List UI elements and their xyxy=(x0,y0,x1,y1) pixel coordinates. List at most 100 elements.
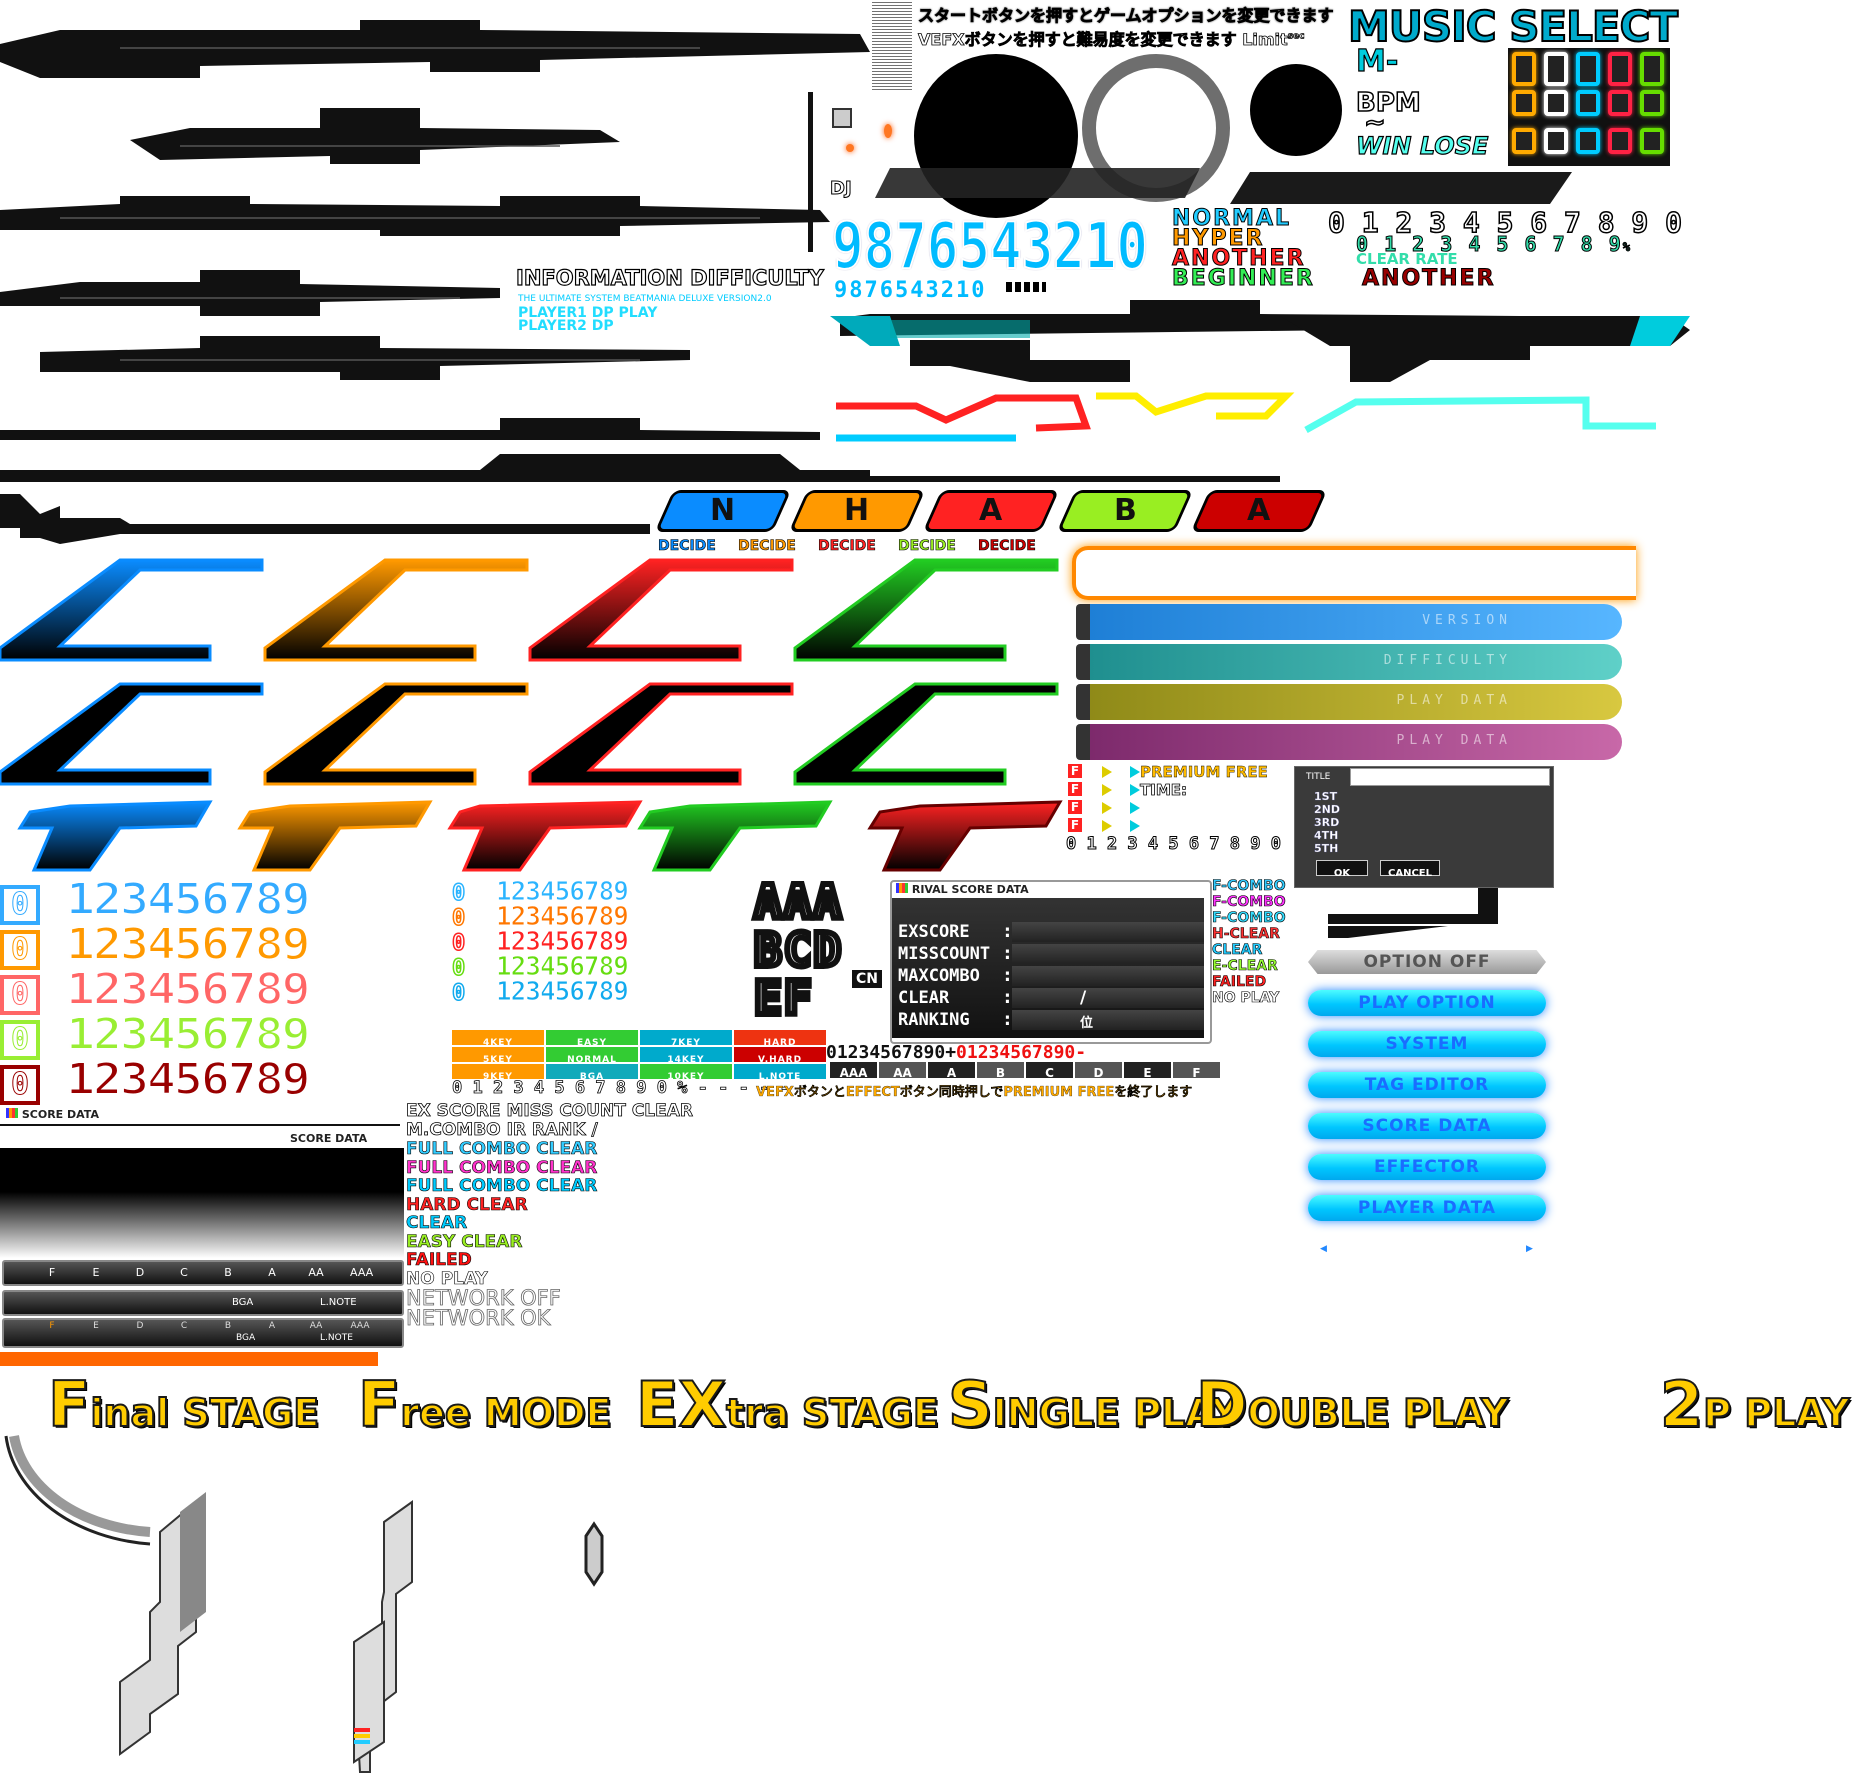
clear-text: CLEAR xyxy=(631,1101,693,1122)
rival-row-bg xyxy=(1012,988,1204,1008)
instruction-line-2: VEFXボタンを押すと難易度を変更できます Limitsec xyxy=(918,26,1305,50)
difficulty-badge[interactable]: A xyxy=(922,490,1060,532)
premium-arrow-cyan-icon xyxy=(1130,802,1140,814)
menu-play-option[interactable]: PLAY OPTION xyxy=(1308,990,1546,1016)
rank-bar-label-small: F xyxy=(49,1321,55,1331)
mode-table-cell: 7KEY xyxy=(640,1030,732,1048)
score-data-header-text: SCORE DATA xyxy=(21,1108,99,1121)
sec-label: sec xyxy=(1287,31,1305,42)
rival-row-label: MISSCOUNT xyxy=(898,944,991,964)
premium-arrow-icon xyxy=(1102,820,1112,832)
menu-tag-editor[interactable]: TAG EDITOR xyxy=(1308,1072,1546,1098)
number-row-mid-digits: 123456789 xyxy=(496,902,630,932)
lamp-big-label: FULL COMBO CLEAR xyxy=(406,1157,598,1178)
rival-row-bg xyxy=(1012,1010,1204,1030)
lamp-big-label: FULL COMBO CLEAR xyxy=(406,1176,598,1197)
information-subtitle: THE ULTIMATE SYSTEM BEATMANIA DELUXE VER… xyxy=(518,294,772,304)
arrow-right-icon[interactable]: ▶ xyxy=(1526,1244,1533,1254)
rival-row-colon: : xyxy=(1004,966,1011,986)
category-tab-difficulty[interactable]: DIFFICULTY xyxy=(1076,644,1622,680)
grade-row-aaa: AAA xyxy=(751,875,844,929)
orange-glow-frame xyxy=(1072,546,1636,600)
category-tab-version[interactable]: VERSION xyxy=(1076,604,1622,640)
difficulty-badge[interactable]: H xyxy=(788,490,926,532)
rival-row-bg xyxy=(1012,966,1204,986)
title-input[interactable] xyxy=(1350,768,1550,786)
dialog-rank-label[interactable]: 4TH xyxy=(1314,829,1339,842)
option-off-label: OPTION OFF xyxy=(1363,952,1491,972)
rank-bar-label: B xyxy=(224,1266,232,1279)
rival-clear-slash: / xyxy=(1080,988,1087,1008)
mode-title-initial: D xyxy=(1195,1367,1248,1442)
key-lamp-cell xyxy=(1640,128,1664,154)
mode-table-cell: 14KEY xyxy=(640,1047,732,1065)
number-row-digits: 123456789 xyxy=(65,919,312,970)
category-tab-play-data-2[interactable]: PLAY DATA xyxy=(1076,724,1622,760)
key-lamp-cell xyxy=(1576,90,1600,116)
premium-free-label: PREMIUM FREE xyxy=(1140,763,1268,781)
grade-strip-label: AA xyxy=(893,1066,912,1080)
grade-row-ef: EF xyxy=(751,971,814,1025)
category-tab-play-data-label: PLAY DATA xyxy=(1396,693,1512,708)
option-off-button[interactable]: OPTION OFF xyxy=(1308,950,1546,974)
number-row-mid-digits: 123456789 xyxy=(496,927,630,957)
lamp-big-label: CLEAR xyxy=(406,1213,468,1234)
time-label: TIME: xyxy=(1140,781,1188,800)
ex-score-text: EX SCORE xyxy=(406,1101,501,1122)
premium-f-label: F xyxy=(1068,782,1082,796)
arrow-left-icon[interactable]: ◀ xyxy=(1320,1244,1327,1254)
grade-strip-cell: B xyxy=(977,1062,1024,1080)
dialog-rank-label[interactable]: 5TH xyxy=(1314,842,1339,855)
number-row-digits: 123456789 xyxy=(65,964,312,1015)
score-data-header: SCORE DATA xyxy=(6,1108,99,1121)
dialog-rank-label[interactable]: 1ST xyxy=(1314,790,1337,803)
key-lamp-cell xyxy=(1544,128,1568,154)
number-row-zero: 0 xyxy=(0,975,40,1015)
lamp-big-label: FULL COMBO CLEAR xyxy=(406,1139,598,1160)
rival-header: RIVAL SCORE DATA xyxy=(896,883,1029,896)
menu-system[interactable]: SYSTEM xyxy=(1308,1031,1546,1057)
difficulty-badge[interactable]: N xyxy=(654,490,792,532)
ok-button[interactable]: OK xyxy=(1316,860,1368,879)
score-color-icon xyxy=(6,1108,18,1118)
menu-tag-editor-label: TAG EDITOR xyxy=(1364,1075,1490,1095)
dialog-rank-label[interactable]: 2ND xyxy=(1314,803,1340,816)
key-lamp-cell xyxy=(1512,90,1536,116)
rival-row-colon: : xyxy=(1004,944,1011,964)
number-row-zero: 0 xyxy=(0,930,40,970)
rank-bar-label-small: C xyxy=(180,1321,188,1331)
key-lamp-cell xyxy=(1544,52,1568,86)
difficulty-label: DIFFICULTY xyxy=(690,265,825,290)
lamp-small-label: F-COMBO xyxy=(1212,894,1286,911)
cancel-button[interactable]: CANCEL xyxy=(1380,860,1440,879)
number-row-zero: 0 xyxy=(0,1065,40,1105)
ok-button-label: OK xyxy=(1333,868,1351,879)
rank-bar-label-small: E xyxy=(93,1321,99,1331)
dialog-rank-label[interactable]: 3RD xyxy=(1314,816,1340,829)
dj-dot-orange-2 xyxy=(884,124,892,138)
rank-bar-label: D xyxy=(135,1266,145,1279)
rank-bar-label: C xyxy=(180,1266,188,1279)
mode-table-cell: 10KEY xyxy=(640,1064,732,1082)
difficulty-badge[interactable]: A xyxy=(1190,490,1328,532)
difficulty-badge[interactable]: B xyxy=(1056,490,1194,532)
grade-strip-label: C xyxy=(1045,1066,1054,1080)
ex-score-label: EX SCORE MISS COUNT CLEAR xyxy=(406,1101,694,1122)
menu-player-data[interactable]: PLAYER DATA xyxy=(1308,1195,1546,1221)
number-row-mid-zero: 0 xyxy=(451,980,466,1007)
ir-rank-text: IR RANK xyxy=(506,1120,586,1141)
rank-bar-label: AAA xyxy=(350,1266,374,1279)
score-data-sub: SCORE DATA xyxy=(290,1132,368,1145)
mode-title: SINGLE PLAY xyxy=(947,1367,1240,1442)
lamp-small-label: NO PLAY xyxy=(1212,990,1280,1007)
category-tab-play-data[interactable]: PLAY DATA xyxy=(1076,684,1622,720)
cn-label: CN xyxy=(852,970,882,988)
menu-score-data[interactable]: SCORE DATA xyxy=(1308,1113,1546,1139)
score-data-gradient xyxy=(0,1148,404,1258)
key-lamp-cell xyxy=(1544,90,1568,116)
lamp-big-label: EASY CLEAR xyxy=(406,1231,523,1252)
menu-effector[interactable]: EFFECTOR xyxy=(1308,1154,1546,1180)
mode-table-cell: 9KEY xyxy=(452,1064,544,1082)
rank-bar-label: A xyxy=(268,1266,276,1279)
rank-bar xyxy=(2,1260,404,1286)
